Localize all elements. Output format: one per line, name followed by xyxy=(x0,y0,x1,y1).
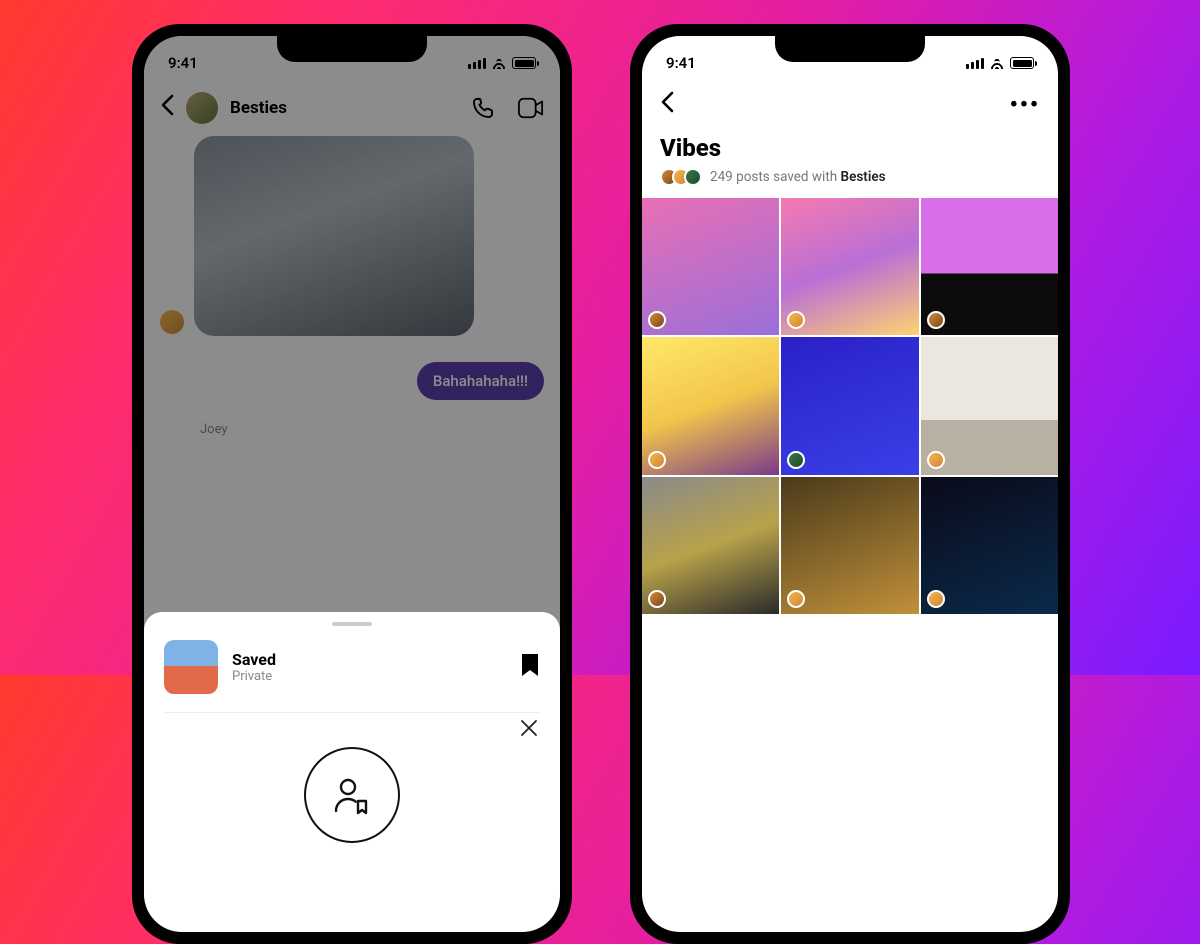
grid-item[interactable] xyxy=(921,477,1058,614)
contributor-badge-icon xyxy=(927,311,945,329)
screen-right: 9:41 ••• Vibes 249 xyxy=(642,36,1058,932)
cellular-icon xyxy=(966,58,984,69)
contributor-badge-icon xyxy=(927,451,945,469)
collection-title: Vibes xyxy=(642,130,1058,168)
saved-collection-row[interactable]: Saved Private xyxy=(164,640,540,713)
grid-item[interactable] xyxy=(642,477,779,614)
phone-frame-right: 9:41 ••• Vibes 249 xyxy=(630,24,1070,944)
grid-item[interactable] xyxy=(642,198,779,335)
contributor-badge-icon xyxy=(927,590,945,608)
saved-thumbnail xyxy=(164,640,218,694)
collection-header: ••• xyxy=(642,80,1058,130)
battery-icon xyxy=(1010,57,1034,69)
collection-meta: 249 posts saved with Besties xyxy=(710,169,886,185)
contributor-badge-icon xyxy=(648,311,666,329)
contributor-badge-icon xyxy=(648,590,666,608)
collaborative-collection-icon[interactable] xyxy=(304,747,400,843)
bookmark-icon[interactable] xyxy=(520,653,540,681)
grid-item[interactable] xyxy=(781,198,918,335)
status-time: 9:41 xyxy=(666,54,696,72)
more-options-button[interactable]: ••• xyxy=(1010,93,1040,118)
back-button[interactable] xyxy=(660,91,674,119)
notch xyxy=(775,36,925,62)
contributor-badge-icon xyxy=(787,311,805,329)
grid-item[interactable] xyxy=(781,337,918,474)
grid-item[interactable] xyxy=(921,337,1058,474)
save-bottom-sheet: Saved Private xyxy=(144,612,560,932)
wifi-icon xyxy=(989,57,1005,69)
collection-subtitle: 249 posts saved with Besties xyxy=(642,168,1058,198)
close-icon[interactable] xyxy=(520,718,538,742)
grid-item[interactable] xyxy=(921,198,1058,335)
contributor-badge-icon xyxy=(787,451,805,469)
saved-title: Saved xyxy=(232,650,276,669)
sheet-grabber[interactable] xyxy=(332,622,372,626)
contributor-avatars[interactable] xyxy=(660,168,702,186)
saved-subtitle: Private xyxy=(232,669,276,684)
grid-item[interactable] xyxy=(781,477,918,614)
grid-item[interactable] xyxy=(642,337,779,474)
status-bar: 9:41 xyxy=(642,36,1058,80)
saved-grid xyxy=(642,198,1058,614)
contributor-badge-icon xyxy=(648,451,666,469)
phone-frame-left: 9:41 Besties xyxy=(132,24,572,944)
status-icons xyxy=(966,57,1034,69)
screen-left: 9:41 Besties xyxy=(144,36,560,932)
contributor-badge-icon xyxy=(787,590,805,608)
